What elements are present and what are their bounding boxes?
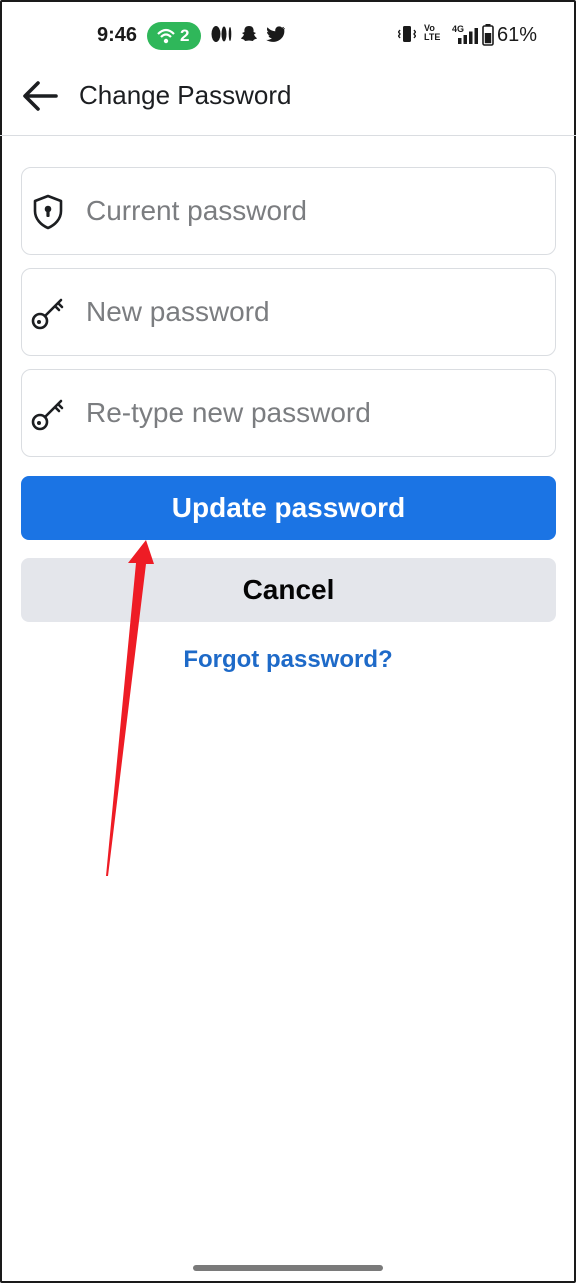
annotation-arrow — [106, 540, 154, 876]
home-indicator[interactable] — [193, 1265, 383, 1271]
